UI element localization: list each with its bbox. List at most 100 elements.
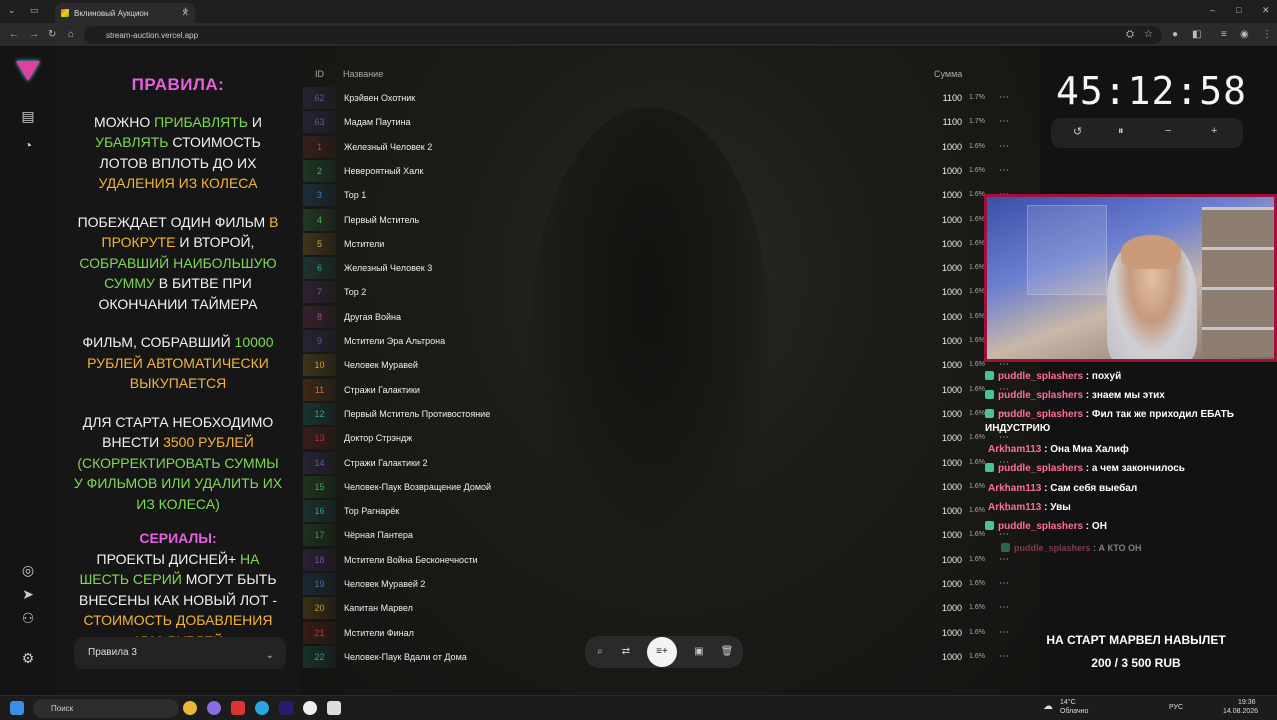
telegram-app-icon[interactable] (255, 701, 269, 715)
premiere-icon[interactable] (279, 701, 293, 715)
chat-username[interactable]: Arkham113 (988, 483, 1041, 494)
windows-start-icon[interactable] (10, 701, 24, 715)
lot-name[interactable]: Стражи Галактики 2 (344, 452, 427, 474)
lot-name[interactable]: Тор 1 (344, 184, 366, 206)
app-icon-2[interactable] (231, 701, 245, 715)
lot-sum[interactable]: 1000 (917, 573, 962, 595)
table-row[interactable]: 14 Стражи Галактики 2 1000 1.6% ⋯ (303, 451, 1021, 474)
chat-username[interactable]: Arkham113 (988, 444, 1041, 455)
tab-menu-icon[interactable]: ⌄ (8, 5, 16, 16)
lot-sum[interactable]: 1000 (917, 379, 962, 401)
keyboard-layout[interactable]: РУС (1169, 704, 1183, 711)
lot-sum[interactable]: 1000 (917, 476, 962, 498)
lot-name[interactable]: Мстители (344, 233, 384, 255)
lot-sum[interactable]: 1000 (917, 524, 962, 546)
lot-name[interactable]: Тор Рагнарёк (344, 500, 399, 522)
reload-icon[interactable]: ↻ (48, 29, 56, 40)
more-options-icon[interactable]: ⋯ (999, 646, 1009, 668)
lot-sum[interactable]: 1000 (917, 500, 962, 522)
more-options-icon[interactable]: ⋯ (999, 136, 1009, 158)
lot-sum[interactable]: 1000 (917, 233, 962, 255)
lot-name[interactable]: Тор 2 (344, 281, 366, 303)
minus-icon[interactable]: − (1165, 125, 1171, 137)
chat-username[interactable]: puddle_splashers (998, 409, 1083, 420)
home-icon[interactable]: ⌂ (68, 29, 74, 40)
chat-username[interactable]: puddle_splashers (998, 521, 1083, 532)
new-tab-icon[interactable]: + (183, 5, 188, 15)
lot-sum[interactable]: 1000 (917, 306, 962, 328)
pause-icon[interactable]: ⏸ (1118, 125, 1124, 138)
chat-username[interactable]: puddle_splashers (998, 463, 1083, 474)
table-row[interactable]: 20 Капитан Марвел 1000 1.6% ⋯ (303, 597, 1021, 620)
bookmark-star-icon[interactable]: ☆ (1144, 29, 1153, 40)
lot-name[interactable]: Стражи Галактики (344, 379, 420, 401)
extension-icon[interactable]: ● (1172, 29, 1178, 40)
lot-sum[interactable]: 1000 (917, 330, 962, 352)
lot-sum[interactable]: 1000 (917, 257, 962, 279)
table-row[interactable]: 16 Тор Рагнарёк 1000 1.6% ⋯ (303, 500, 1021, 523)
lot-sum[interactable]: 1100 (917, 111, 962, 133)
browser-menu-icon[interactable]: ⋮ (1262, 29, 1272, 40)
lot-name[interactable]: Человек-Паук Вдали от Дома (344, 646, 467, 668)
history-icon[interactable]: ◎ (19, 561, 37, 579)
more-options-icon[interactable]: ⋯ (999, 87, 1009, 109)
lot-name[interactable]: Капитан Марвел (344, 597, 413, 619)
lot-name[interactable]: Человек Муравей 2 (344, 573, 425, 595)
search-icon[interactable]: ⌕ (592, 644, 608, 660)
obs-icon[interactable] (303, 701, 317, 715)
lot-name[interactable]: Первый Мститель Противостояние (344, 403, 490, 425)
rules-select[interactable]: Правила 3 ⌄ (74, 637, 286, 669)
lot-sum[interactable]: 1000 (917, 160, 962, 182)
lot-name[interactable]: Невероятный Халк (344, 160, 423, 182)
lot-sum[interactable]: 1000 (917, 622, 962, 644)
table-row[interactable]: 6Железный Человек 310001.6%⋯ (303, 257, 1021, 280)
table-row[interactable]: 10 Человек Муравей 1000 1.6% ⋯ (303, 354, 1021, 377)
wheel-icon[interactable]: ◔ (19, 136, 37, 154)
table-row[interactable]: 8Другая Война10001.6%⋯ (303, 305, 1021, 328)
table-row[interactable]: 13 Доктор Стрэндж 1000 1.6% ⋯ (303, 427, 1021, 450)
table-row[interactable]: 11 Стражи Галактики 1000 1.6% ⋯ (303, 378, 1021, 401)
table-row[interactable]: 19 Человек Муравей 2 1000 1.6% ⋯ (303, 573, 1021, 595)
lot-sum[interactable]: 1000 (917, 403, 962, 425)
table-row[interactable]: 7Тор 210001.6%⋯ (303, 281, 1021, 304)
save-icon[interactable]: ▣ (691, 644, 707, 660)
lot-name[interactable]: Крэйвен Охотник (344, 87, 415, 109)
taskbar-search[interactable]: Поиск (33, 699, 179, 718)
translate-icon[interactable]: ⛭ (1126, 29, 1134, 40)
shuffle-icon[interactable]: ⇄ (618, 644, 634, 660)
table-row[interactable]: 4Первый Мститель10001.6%⋯ (303, 208, 1021, 231)
app-logo[interactable] (16, 61, 40, 81)
table-row[interactable]: 9Мстители Эра Альтрона10001.6%⋯ (303, 330, 1021, 352)
lot-name[interactable]: Первый Мститель (344, 209, 419, 231)
github-icon[interactable]: ⚇ (19, 609, 37, 627)
window-icon[interactable]: ▭ (30, 5, 39, 16)
back-icon[interactable]: ← (9, 29, 19, 40)
lot-name[interactable]: Железный Человек 2 (344, 136, 432, 158)
lot-sum[interactable]: 1000 (917, 549, 962, 571)
maximize-icon[interactable]: □ (1236, 5, 1241, 15)
table-row[interactable]: 1 Железный Человек 2 1000 1.6% ⋯ (303, 135, 1021, 158)
browser-tab-active[interactable]: Вклиновый Аукцион ✕ (55, 3, 195, 23)
lot-sum[interactable]: 1000 (917, 281, 962, 303)
app-icon-1[interactable] (207, 701, 221, 715)
chat-username[interactable]: puddle_splashers (998, 390, 1083, 401)
table-row[interactable]: 15 Человек-Паук Возвращение Домой 1000 1.6%… (303, 475, 1021, 498)
table-row[interactable]: 18 Мстители Война Бесконечности 1000 1.6% ⋯ (303, 548, 1021, 571)
lot-name[interactable]: Мстители Война Бесконечности (344, 549, 478, 571)
forward-icon[interactable]: → (29, 29, 39, 40)
lot-sum[interactable]: 1000 (917, 354, 962, 376)
more-options-icon[interactable]: ⋯ (999, 160, 1009, 182)
list-icon[interactable]: ▤ (19, 107, 37, 125)
lot-name[interactable]: Мадам Паутина (344, 111, 411, 133)
settings-gear-icon[interactable]: ⚙ (19, 649, 37, 667)
lot-name[interactable]: Мстители Эра Альтрона (344, 330, 445, 352)
lot-sum[interactable]: 1000 (917, 427, 962, 449)
table-row[interactable]: 12 Первый Мститель Противостояние 1000 1.6%… (303, 402, 1021, 425)
add-lot-button[interactable]: ≡+ (647, 637, 677, 667)
more-options-icon[interactable]: ⋯ (999, 111, 1009, 133)
table-row[interactable]: 3Тор 110001.6%⋯ (303, 184, 1021, 207)
lot-sum[interactable]: 1000 (917, 209, 962, 231)
trash-icon[interactable]: 🗑 (719, 644, 735, 660)
lot-sum[interactable]: 1000 (917, 184, 962, 206)
profile-icon[interactable]: ◉ (1240, 29, 1249, 40)
